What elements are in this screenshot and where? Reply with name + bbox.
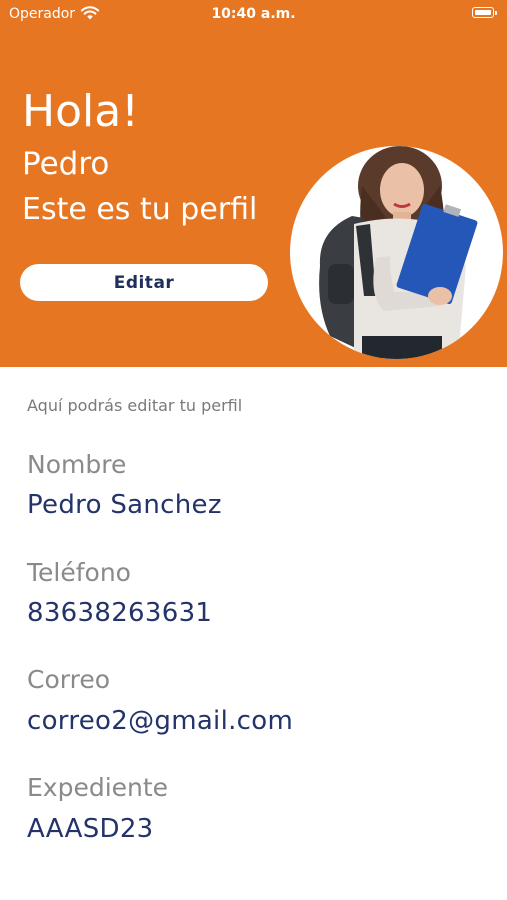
field-label-expediente: Expediente xyxy=(27,773,169,802)
greeting-title: Hola! xyxy=(22,86,139,137)
battery-icon xyxy=(472,7,497,18)
profile-subtitle: Este es tu perfil xyxy=(22,192,258,227)
status-bar: Operador 10:40 a.m. xyxy=(0,0,507,30)
field-value-correo[interactable]: correo2@gmail.com xyxy=(27,706,293,736)
avatar[interactable] xyxy=(290,146,503,359)
student-photo-icon xyxy=(319,146,478,359)
field-label-telefono: Teléfono xyxy=(27,558,131,587)
field-label-nombre: Nombre xyxy=(27,450,127,479)
profile-hint: Aquí podrás editar tu perfil xyxy=(27,396,243,415)
field-label-correo: Correo xyxy=(27,665,110,694)
edit-button[interactable]: Editar xyxy=(20,264,268,301)
user-first-name: Pedro xyxy=(22,146,110,182)
field-value-expediente[interactable]: AAASD23 xyxy=(27,814,154,844)
profile-header: Operador 10:40 a.m. Hola! Pedro Este es … xyxy=(0,0,507,367)
field-value-nombre[interactable]: Pedro Sanchez xyxy=(27,490,222,520)
status-time: 10:40 a.m. xyxy=(211,6,296,22)
field-value-telefono[interactable]: 83638263631 xyxy=(27,598,212,628)
